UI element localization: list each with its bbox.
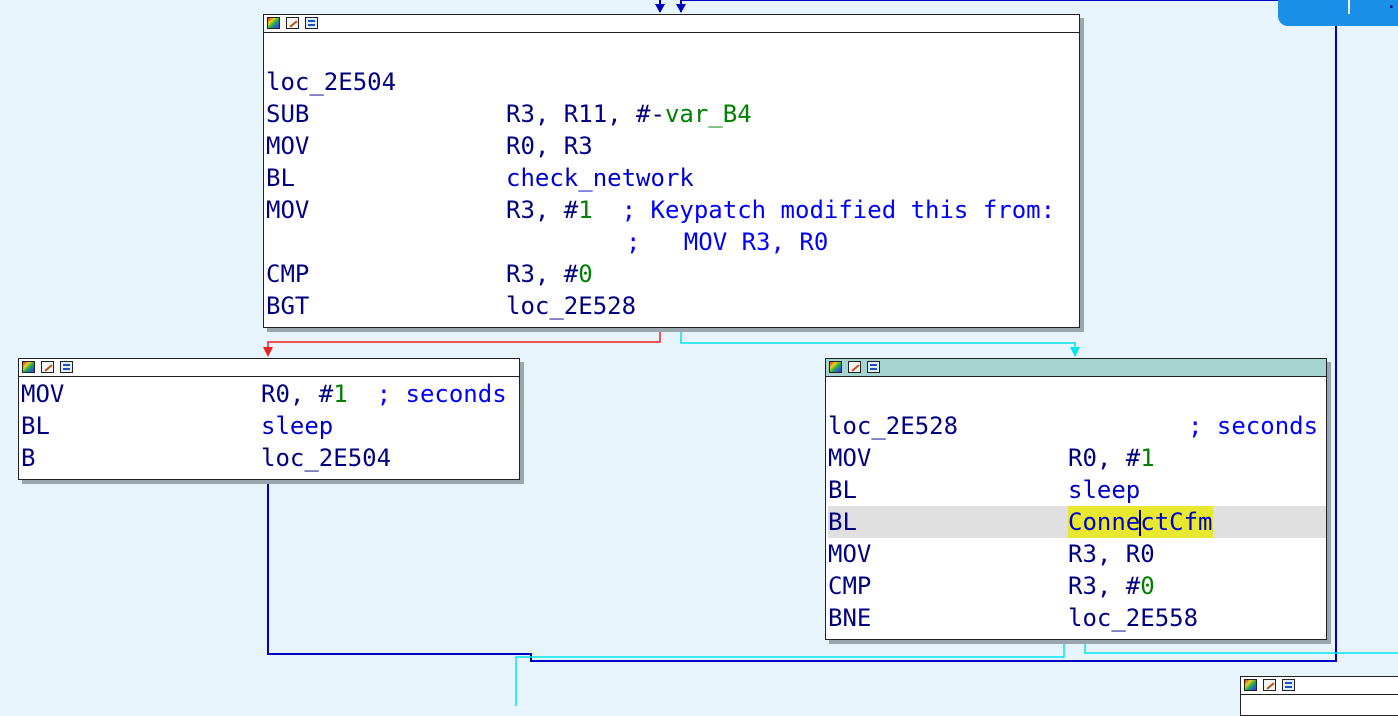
- code-label[interactable]: loc_2E528; seconds: [828, 410, 1326, 442]
- highlighted-symbol[interactable]: ConnectCfm: [1068, 506, 1213, 538]
- asm-line[interactable]: MOV R0, #1 ; seconds: [21, 378, 519, 410]
- asm-line[interactable]: MOV R3, #1 ; Keypatch modified this from:: [266, 194, 1079, 226]
- group-nodes-icon[interactable]: [60, 361, 73, 373]
- rename-icon[interactable]: [41, 361, 54, 373]
- corner-badge: [1278, 0, 1398, 26]
- offscreen-text-fragment: .: [1386, 0, 1397, 13]
- graph-node-partial[interactable]: [1240, 676, 1398, 716]
- asm-line[interactable]: Bloc_2E504: [21, 442, 519, 474]
- color-palette-icon[interactable]: [829, 361, 842, 373]
- node-titlebar-selected: [826, 359, 1326, 377]
- arrow-head: [655, 4, 665, 13]
- asm-line-current[interactable]: BL ConnectCfm: [828, 506, 1326, 538]
- node-code: MOV R0, #1 ; seconds BL sleep Bloc_2E504: [19, 377, 519, 474]
- node-code: loc_2E528; seconds MOV R0, #1 BL sleep BL C…: [826, 377, 1326, 634]
- arrow-head: [263, 347, 273, 357]
- asm-line[interactable]: MOV R0, R3: [266, 130, 1079, 162]
- rename-icon[interactable]: [848, 361, 861, 373]
- rename-icon[interactable]: [286, 17, 299, 29]
- asm-line[interactable]: BL sleep: [828, 474, 1326, 506]
- rename-icon[interactable]: [1263, 679, 1276, 691]
- graph-node-sleep-retry[interactable]: MOV R0, #1 ; seconds BL sleep Bloc_2E504: [18, 358, 520, 480]
- asm-line[interactable]: BL sleep: [21, 410, 519, 442]
- graph-node-loc-2E504[interactable]: loc_2E504 SUB R3, R11, #-var_B4 MOV R0, R3…: [263, 14, 1080, 328]
- node-code: loc_2E504 SUB R3, R11, #-var_B4 MOV R0, R3…: [264, 33, 1079, 322]
- edge-false: [267, 328, 661, 352]
- color-palette-icon[interactable]: [22, 361, 35, 373]
- color-palette-icon[interactable]: [1244, 679, 1257, 691]
- asm-line[interactable]: MOV R3, R0: [828, 538, 1326, 570]
- blank-row: [266, 34, 1079, 66]
- asm-line[interactable]: MOV R0, #1: [828, 442, 1326, 474]
- asm-line[interactable]: CMP R3, #0: [828, 570, 1326, 602]
- asm-line[interactable]: SUB R3, R11, #-var_B4: [266, 98, 1079, 130]
- asm-comment-line: ; MOV R3, R0: [626, 228, 829, 256]
- graph-node-loc-2E528[interactable]: loc_2E528; seconds MOV R0, #1 BL sleep BL C…: [825, 358, 1327, 640]
- asm-line[interactable]: BNE loc_2E558: [828, 602, 1326, 634]
- arrow-head: [676, 4, 686, 13]
- node-titlebar: [264, 15, 1079, 33]
- asm-line[interactable]: BL check_network: [266, 162, 1079, 194]
- edge-true: [680, 328, 1076, 352]
- asm-line[interactable]: CMP R3, #0: [266, 258, 1079, 290]
- asm-line[interactable]: BGT loc_2E528: [266, 290, 1079, 322]
- code-label[interactable]: loc_2E504: [266, 66, 1079, 98]
- group-nodes-icon[interactable]: [867, 361, 880, 373]
- edge-true-down: [515, 640, 1065, 706]
- node-titlebar: [1241, 677, 1398, 695]
- group-nodes-icon[interactable]: [1282, 679, 1295, 691]
- blank-row: [828, 378, 1326, 410]
- arrow-head: [1070, 347, 1080, 357]
- edge-false-right: [1084, 640, 1398, 654]
- group-nodes-icon[interactable]: [305, 17, 318, 29]
- color-palette-icon[interactable]: [267, 17, 280, 29]
- node-titlebar: [19, 359, 519, 377]
